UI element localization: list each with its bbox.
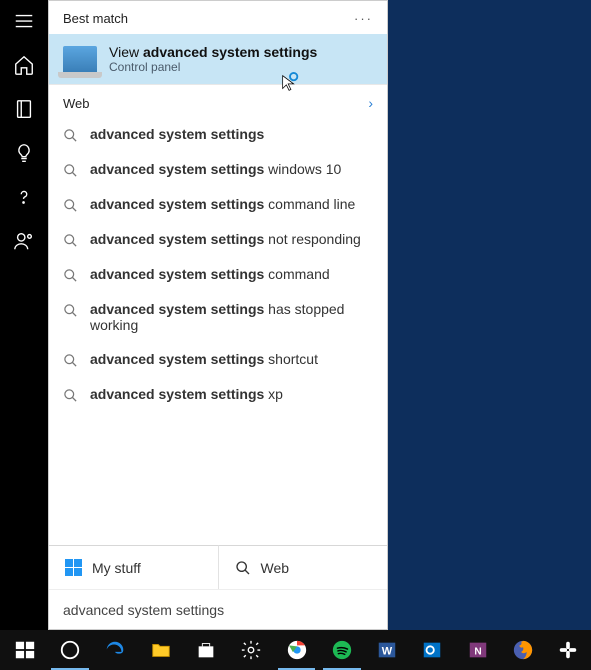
spotify-icon[interactable] [319,630,364,670]
scope-tabs: My stuff Web [49,545,387,589]
search-icon [63,198,78,213]
web-suggestions: advanced system settings advanced system … [49,117,387,412]
svg-text:N: N [474,647,481,658]
suggestion-row[interactable]: advanced system settings command line [49,187,387,222]
hamburger-icon[interactable] [13,10,35,32]
suggestion-row[interactable]: advanced system settings shortcut [49,342,387,377]
outlook-icon[interactable] [410,630,455,670]
suggestion-row[interactable]: advanced system settings not responding [49,222,387,257]
suggestion-text: advanced system settings has stopped wor… [90,301,373,333]
svg-text:W: W [382,646,393,658]
store-icon[interactable] [183,630,228,670]
best-match-prefix: View [109,44,143,60]
more-icon[interactable]: ··· [354,11,373,26]
suggestion-text: advanced system settings [90,126,264,142]
suggestion-text: advanced system settings command [90,266,330,282]
best-match-bold: advanced system settings [143,44,317,60]
suggestion-row[interactable]: advanced system settings command [49,257,387,292]
control-panel-icon [63,46,97,72]
home-icon[interactable] [13,54,35,76]
suggestion-text: advanced system settings shortcut [90,351,318,367]
onenote-icon[interactable]: N [455,630,500,670]
bulb-icon[interactable] [13,142,35,164]
suggestion-row[interactable]: advanced system settings windows 10 [49,152,387,187]
settings-icon[interactable] [229,630,274,670]
suggestion-text: advanced system settings command line [90,196,355,212]
windows-logo-icon [65,559,82,576]
cortana-button[interactable] [47,630,92,670]
my-stuff-tab[interactable]: My stuff [49,545,218,589]
best-match-header: Best match ··· [49,1,387,34]
help-icon[interactable] [13,186,35,208]
search-input[interactable]: advanced system settings [49,589,387,629]
search-icon [63,233,78,248]
suggestion-row[interactable]: advanced system settings [49,117,387,152]
best-match-result[interactable]: View advanced system settings Control pa… [49,34,387,84]
search-icon [235,560,251,576]
search-panel: Best match ··· View advanced system sett… [48,0,388,630]
search-icon [63,268,78,283]
web-header[interactable]: Web › [49,84,387,117]
suggestion-row[interactable]: advanced system settings has stopped wor… [49,292,387,342]
best-match-subtitle: Control panel [109,60,317,74]
search-icon [63,303,78,318]
search-icon [63,388,78,403]
web-label: Web [63,96,90,111]
my-stuff-label: My stuff [92,560,141,576]
best-match-label: Best match [63,11,128,26]
search-icon [63,128,78,143]
suggestion-text: advanced system settings windows 10 [90,161,341,177]
best-match-text: View advanced system settings Control pa… [109,44,317,74]
web-tab[interactable]: Web [218,545,388,589]
word-icon[interactable]: W [365,630,410,670]
search-icon [63,163,78,178]
panel-spacer [49,412,387,545]
search-input-value: advanced system settings [63,602,224,618]
suggestion-row[interactable]: advanced system settings xp [49,377,387,412]
notebook-icon[interactable] [13,98,35,120]
taskbar: W N [0,630,591,670]
search-icon [63,353,78,368]
cortana-left-rail [0,0,48,630]
chevron-right-icon: › [368,95,373,111]
account-icon[interactable] [13,230,35,252]
chrome-icon[interactable] [274,630,319,670]
suggestion-text: advanced system settings xp [90,386,283,402]
firefox-icon[interactable] [500,630,545,670]
start-button[interactable] [2,630,47,670]
web-tab-label: Web [261,560,290,576]
edge-icon[interactable] [93,630,138,670]
file-explorer-icon[interactable] [138,630,183,670]
suggestion-text: advanced system settings not responding [90,231,361,247]
slack-icon[interactable] [546,630,591,670]
